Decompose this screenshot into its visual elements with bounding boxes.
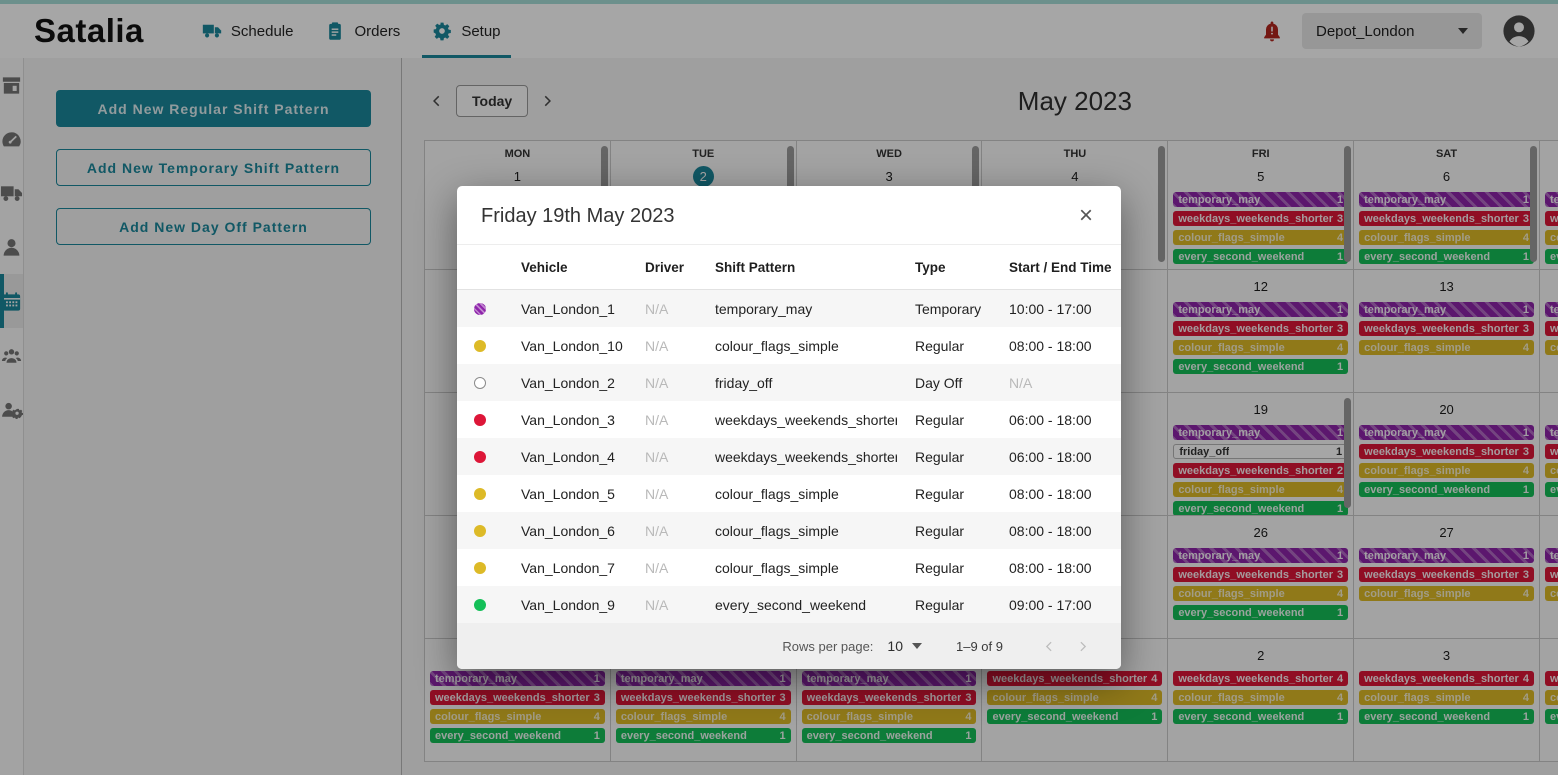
type-cell: Day Off (897, 375, 991, 391)
type-cell: Regular (897, 597, 991, 613)
pagination-prev-button[interactable] (1033, 640, 1066, 653)
modal-header: Friday 19th May 2023 × (457, 186, 1121, 244)
pagination-next-button[interactable] (1066, 640, 1099, 653)
pattern-color-cell (457, 562, 503, 574)
pattern-color-cell (457, 303, 503, 315)
time-cell: 09:00 - 17:00 (991, 597, 1121, 613)
vehicle-cell: Van_London_9 (503, 597, 627, 613)
driver-cell: N/A (627, 560, 697, 576)
rows-per-page-value: 10 (887, 638, 903, 654)
column-header-driver: Driver (627, 260, 697, 275)
shift-pattern-cell: weekdays_weekends_shorter (697, 449, 897, 465)
pattern-color-cell (457, 377, 503, 389)
modal-title: Friday 19th May 2023 (481, 205, 674, 228)
pattern-color-cell (457, 340, 503, 352)
table-row[interactable]: Van_London_3N/Aweekdays_weekends_shorter… (457, 401, 1121, 438)
type-cell: Regular (897, 486, 991, 502)
chevron-down-icon (912, 643, 922, 649)
pagination-range: 1–9 of 9 (956, 639, 1003, 654)
close-icon[interactable]: × (1075, 204, 1097, 228)
vehicle-cell: Van_London_6 (503, 523, 627, 539)
time-cell: 06:00 - 18:00 (991, 412, 1121, 428)
vehicle-cell: Van_London_7 (503, 560, 627, 576)
modal-table-body: Van_London_1N/Atemporary_mayTemporary10:… (457, 290, 1121, 623)
table-row[interactable]: Van_London_9N/Aevery_second_weekendRegul… (457, 586, 1121, 623)
table-row[interactable]: Van_London_10N/Acolour_flags_simpleRegul… (457, 327, 1121, 364)
red-pattern-dot (474, 451, 486, 463)
pattern-color-cell (457, 488, 503, 500)
shift-pattern-cell: colour_flags_simple (697, 560, 897, 576)
table-row[interactable]: Van_London_6N/Acolour_flags_simpleRegula… (457, 512, 1121, 549)
modal-pagination: Rows per page: 10 1–9 of 9 (457, 623, 1121, 669)
column-header-type: Type (897, 260, 991, 275)
time-cell: 08:00 - 18:00 (991, 523, 1121, 539)
type-cell: Regular (897, 412, 991, 428)
purple-pattern-dot (474, 303, 486, 315)
rows-per-page-label: Rows per page: (782, 639, 873, 654)
day-detail-modal: Friday 19th May 2023 × Vehicle Driver Sh… (457, 186, 1121, 669)
driver-cell: N/A (627, 597, 697, 613)
shift-pattern-cell: every_second_weekend (697, 597, 897, 613)
driver-cell: N/A (627, 301, 697, 317)
vehicle-cell: Van_London_2 (503, 375, 627, 391)
driver-cell: N/A (627, 449, 697, 465)
time-cell: 08:00 - 18:00 (991, 338, 1121, 354)
pattern-color-cell (457, 414, 503, 426)
time-cell: 08:00 - 18:00 (991, 486, 1121, 502)
green-pattern-dot (474, 599, 486, 611)
driver-cell: N/A (627, 375, 697, 391)
driver-cell: N/A (627, 486, 697, 502)
column-header-shift-pattern: Shift Pattern (697, 260, 897, 275)
shift-pattern-cell: colour_flags_simple (697, 523, 897, 539)
type-cell: Regular (897, 560, 991, 576)
time-cell: 08:00 - 18:00 (991, 560, 1121, 576)
vehicle-cell: Van_London_4 (503, 449, 627, 465)
vehicle-cell: Van_London_1 (503, 301, 627, 317)
driver-cell: N/A (627, 523, 697, 539)
shift-pattern-cell: colour_flags_simple (697, 486, 897, 502)
table-row[interactable]: Van_London_4N/Aweekdays_weekends_shorter… (457, 438, 1121, 475)
type-cell: Regular (897, 338, 991, 354)
vehicle-cell: Van_London_5 (503, 486, 627, 502)
shift-pattern-cell: colour_flags_simple (697, 338, 897, 354)
driver-cell: N/A (627, 412, 697, 428)
column-header-vehicle: Vehicle (503, 260, 627, 275)
time-cell: N/A (991, 375, 1121, 391)
type-cell: Regular (897, 523, 991, 539)
pattern-color-cell (457, 599, 503, 611)
shift-pattern-cell: weekdays_weekends_shorter (697, 412, 897, 428)
vehicle-cell: Van_London_3 (503, 412, 627, 428)
modal-table-header: Vehicle Driver Shift Pattern Type Start … (457, 244, 1121, 290)
pattern-color-cell (457, 451, 503, 463)
shift-pattern-cell: friday_off (697, 375, 897, 391)
type-cell: Regular (897, 449, 991, 465)
pattern-color-cell (457, 525, 503, 537)
app-window: Satalia ScheduleOrdersSetup Depot_London… (0, 0, 1558, 775)
shift-pattern-cell: temporary_may (697, 301, 897, 317)
driver-cell: N/A (627, 338, 697, 354)
time-cell: 10:00 - 17:00 (991, 301, 1121, 317)
table-row[interactable]: Van_London_7N/Acolour_flags_simpleRegula… (457, 549, 1121, 586)
column-header-start-end-time: Start / End Time (991, 260, 1121, 275)
table-row[interactable]: Van_London_2N/Afriday_offDay OffN/A (457, 364, 1121, 401)
time-cell: 06:00 - 18:00 (991, 449, 1121, 465)
type-cell: Temporary (897, 301, 991, 317)
rows-per-page-select[interactable]: 10 (887, 638, 922, 654)
yellow-pattern-dot (474, 562, 486, 574)
table-row[interactable]: Van_London_5N/Acolour_flags_simpleRegula… (457, 475, 1121, 512)
vehicle-cell: Van_London_10 (503, 338, 627, 354)
yellow-pattern-dot (474, 340, 486, 352)
outline-pattern-dot (474, 377, 486, 389)
yellow-pattern-dot (474, 488, 486, 500)
red-pattern-dot (474, 414, 486, 426)
yellow-pattern-dot (474, 525, 486, 537)
table-row[interactable]: Van_London_1N/Atemporary_mayTemporary10:… (457, 290, 1121, 327)
